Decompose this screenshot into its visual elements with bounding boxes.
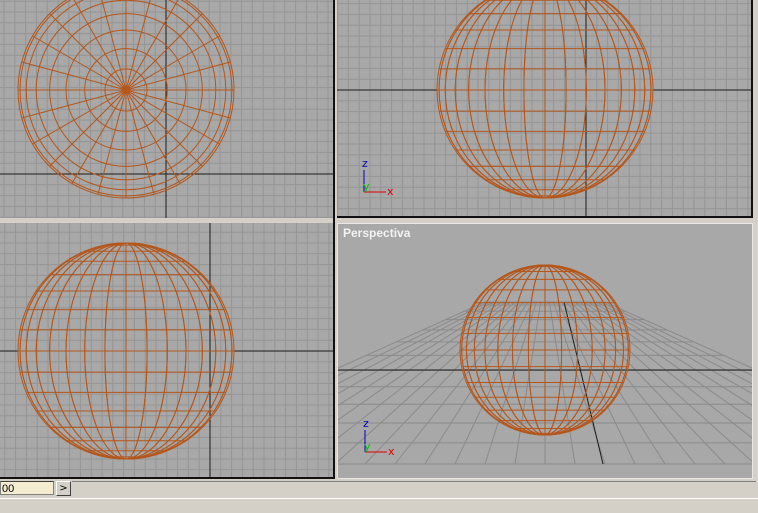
- sphere-wireframe: [437, 0, 653, 198]
- sphere-wireframe: [18, 0, 234, 198]
- viewport-top[interactable]: [0, 0, 333, 218]
- viewport-left-canvas[interactable]: [0, 223, 333, 479]
- next-frame-button[interactable]: >: [56, 481, 71, 496]
- viewport-label-perspective[interactable]: Perspectiva: [343, 226, 410, 240]
- axis-z-label: z: [363, 417, 369, 430]
- viewport-front-canvas[interactable]: zy x: [337, 0, 753, 218]
- grid: [0, 0, 333, 218]
- chevron-right-icon: >: [59, 483, 67, 494]
- viewport-perspective-canvas[interactable]: zy x: [338, 224, 752, 478]
- axis-gizmo: zy x: [362, 157, 394, 198]
- viewport-top-canvas[interactable]: [0, 0, 333, 218]
- axis-y-label: y: [364, 440, 371, 453]
- viewport-divider-vertical[interactable]: [333, 0, 337, 482]
- viewport-left[interactable]: [0, 223, 333, 479]
- axis-x-label: x: [387, 185, 394, 198]
- time-slider-track[interactable]: [72, 481, 756, 496]
- sphere-wireframe: [18, 243, 234, 459]
- axis-x-label: x: [388, 445, 395, 458]
- status-strip: [0, 498, 758, 513]
- frame-counter-field[interactable]: 00: [0, 481, 54, 495]
- time-slider-bar: 00 >: [0, 479, 758, 512]
- sphere-wireframe: [460, 265, 630, 435]
- viewport-front[interactable]: zy x: [337, 0, 753, 218]
- axis-y-label: y: [363, 180, 370, 193]
- viewport-perspective[interactable]: zy x Perspectiva: [337, 223, 753, 479]
- axis-z-label: z: [362, 157, 368, 170]
